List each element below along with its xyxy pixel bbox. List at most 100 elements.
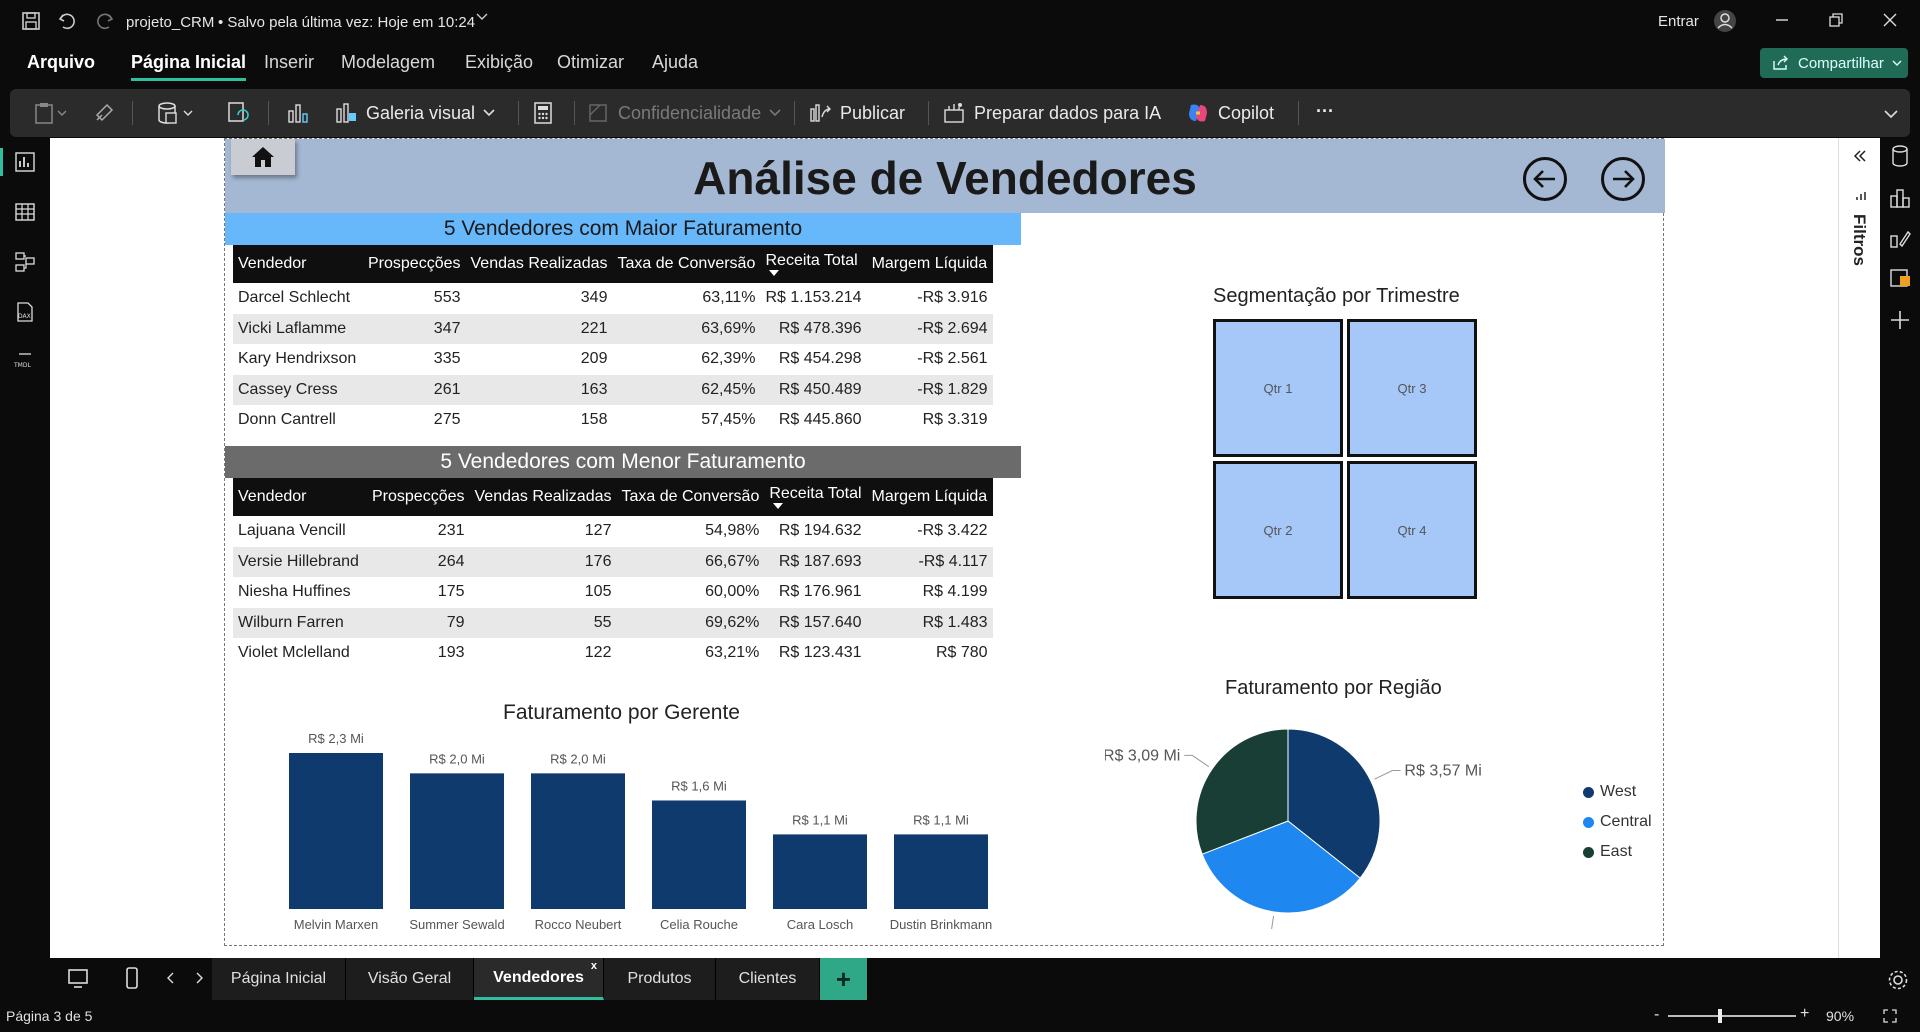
column-header[interactable]: Vendedor (233, 245, 363, 283)
prev-page-button[interactable] (1523, 157, 1567, 201)
column-header[interactable]: Prospecções (367, 478, 470, 516)
table-row[interactable]: Darcel Schlecht 553 349 63,11% R$ 1.153.214 -… (233, 283, 993, 314)
column-header[interactable]: Taxa de Conversão (616, 478, 765, 516)
column-header-sorted[interactable]: Receita Total (764, 478, 867, 516)
column-header[interactable]: Vendas Realizadas (469, 478, 617, 516)
menu-pagina-inicial[interactable]: Página Inicial (131, 52, 247, 81)
fit-to-page-icon[interactable] (1882, 1008, 1898, 1024)
home-button[interactable] (231, 139, 295, 175)
next-page-button[interactable] (1601, 157, 1645, 201)
build-visual-icon[interactable] (1888, 186, 1912, 210)
table-row[interactable]: Vicki Laflamme 347 221 63,69% R$ 478.396 -R$ … (233, 313, 993, 344)
zoom-slider-track[interactable] (1668, 1015, 1796, 1017)
mobile-layout-icon[interactable] (122, 966, 142, 990)
column-header[interactable]: Margem Líquida (866, 478, 993, 516)
publish-button[interactable]: Publicar (808, 101, 905, 125)
format-painter-button[interactable] (94, 101, 116, 123)
signin-link[interactable]: Entrar (1658, 13, 1699, 30)
table-row[interactable]: Cassey Cress 261 163 62,45% R$ 450.489 -R$ 1.… (233, 374, 993, 405)
minimize-icon[interactable] (1774, 12, 1790, 28)
column-header[interactable]: Margem Líquida (866, 245, 993, 283)
zoom-slider-thumb[interactable] (1718, 1009, 1722, 1023)
expand-pane-icon[interactable] (1853, 150, 1867, 162)
column-header-sorted[interactable]: Receita Total (760, 245, 867, 283)
more-options-button[interactable]: ··· (1316, 101, 1334, 122)
table-row[interactable]: Donn Cantrell 275 158 57,45% R$ 445.860 R$ 3.… (233, 405, 993, 436)
bookmarks-icon[interactable] (1888, 266, 1912, 290)
sensitivity-button[interactable]: Confidencialidade (586, 101, 781, 125)
data-pane-icon[interactable] (1888, 144, 1912, 168)
tab-visao-geral[interactable]: Visão Geral (346, 958, 474, 1000)
format-visual-icon[interactable] (1888, 226, 1912, 250)
tab-close-icon[interactable]: x (591, 960, 597, 972)
tab-produtos[interactable]: Produtos (604, 958, 716, 1000)
table-row[interactable]: Lajuana Vencill 231 127 54,98% R$ 194.632 -R$… (233, 516, 993, 547)
redo-icon[interactable] (94, 10, 116, 32)
menu-exibicao[interactable]: Exibição (465, 52, 533, 73)
menu-otimizar[interactable]: Otimizar (557, 52, 624, 73)
add-page-button[interactable]: + (820, 958, 868, 1000)
filters-pane-collapsed[interactable]: Filtros (1838, 138, 1880, 958)
bar[interactable] (894, 834, 988, 909)
bar[interactable] (773, 834, 867, 909)
report-view-icon[interactable] (13, 150, 37, 174)
table-row[interactable]: Kary Hendrixson 335 209 62,39% R$ 454.298 -R$… (233, 344, 993, 375)
model-view-icon[interactable] (13, 250, 37, 274)
share-button[interactable]: Compartilhar (1760, 48, 1908, 78)
column-header[interactable]: Vendas Realizadas (465, 245, 613, 283)
column-header[interactable]: Vendedor (233, 478, 367, 516)
legend-item-west[interactable]: West (1583, 783, 1636, 801)
zoom-out-button[interactable]: - (1654, 1006, 1659, 1024)
add-pane-icon[interactable] (1888, 308, 1912, 332)
dax-query-view-icon[interactable]: DAX (13, 300, 37, 324)
tabs-prev-icon[interactable] (166, 972, 176, 984)
legend-item-east[interactable]: East (1583, 843, 1632, 861)
column-header[interactable]: Taxa de Conversão (612, 245, 761, 283)
slicer-tile-qtr2[interactable]: Qtr 2 (1213, 461, 1343, 599)
slicer-tile-qtr3[interactable]: Qtr 3 (1347, 319, 1477, 457)
table-view-icon[interactable] (13, 200, 37, 224)
table-row[interactable]: Violet Mclelland 193 122 63,21% R$ 123.431 R$… (233, 638, 993, 669)
chevron-down-icon[interactable] (476, 12, 488, 22)
restore-icon[interactable] (1828, 12, 1844, 28)
close-icon[interactable] (1882, 12, 1898, 28)
table-row[interactable]: Wilburn Farren 79 55 69,62% R$ 157.640 R$ 1.4… (233, 607, 993, 638)
tab-vendedores[interactable]: Vendedores x (474, 958, 604, 1000)
slicer-tile-qtr1[interactable]: Qtr 1 (1213, 319, 1343, 457)
menu-modelagem[interactable]: Modelagem (341, 52, 435, 73)
get-data-button[interactable] (156, 101, 196, 125)
column-header[interactable]: Prospecções (363, 245, 466, 283)
new-visual-button[interactable] (286, 101, 310, 125)
table-row[interactable]: Niesha Huffines 175 105 60,00% R$ 176.961 R$ … (233, 577, 993, 608)
tab-pagina-inicial[interactable]: Página Inicial (212, 958, 346, 1000)
bar-data-label: R$ 2,3 Mi (308, 731, 364, 746)
bar[interactable] (531, 773, 625, 909)
ribbon-collapse-icon[interactable] (1884, 109, 1898, 119)
visual-gallery-button[interactable]: Galeria visual (334, 101, 495, 125)
undo-icon[interactable] (56, 10, 78, 32)
desktop-layout-icon[interactable] (66, 966, 90, 990)
menu-arquivo[interactable]: Arquivo (27, 52, 95, 73)
calculator-button[interactable] (532, 101, 554, 125)
table-cell: 275 (433, 411, 461, 429)
bar[interactable] (410, 773, 504, 909)
tabs-next-icon[interactable] (194, 972, 204, 984)
user-avatar-icon[interactable] (1712, 8, 1738, 34)
menu-inserir[interactable]: Inserir (264, 52, 314, 73)
prep-data-ai-button[interactable]: Preparar dados para IA (942, 101, 1161, 125)
settings-gear-icon[interactable] (1886, 968, 1910, 992)
legend-item-central[interactable]: Central (1583, 813, 1652, 831)
copilot-button[interactable]: Copilot (1186, 101, 1274, 125)
table-cell: 105 (584, 583, 612, 601)
table-row[interactable]: Versie Hillebrand 264 176 66,67% R$ 187.693-… (233, 546, 993, 577)
tmdl-view-icon[interactable]: TMDL (13, 350, 37, 374)
save-icon[interactable] (20, 10, 42, 32)
menu-ajuda[interactable]: Ajuda (652, 52, 698, 73)
tab-clientes[interactable]: Clientes (716, 958, 820, 1000)
bar[interactable] (652, 800, 746, 909)
zoom-in-button[interactable]: + (1800, 1005, 1809, 1023)
refresh-button[interactable] (226, 101, 250, 125)
paste-button[interactable] (34, 101, 68, 125)
bar[interactable] (289, 753, 383, 909)
slicer-tile-qtr4[interactable]: Qtr 4 (1347, 461, 1477, 599)
